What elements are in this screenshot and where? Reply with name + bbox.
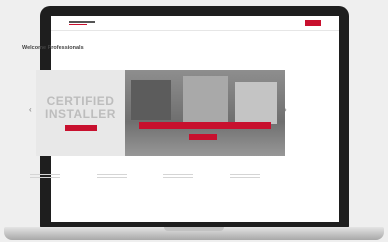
photo-cta-button[interactable]: [189, 134, 217, 140]
feature-text-line: [96, 174, 127, 175]
slide-heading: CERTIFIED: [46, 94, 115, 108]
brand-logo[interactable]: [69, 21, 99, 25]
photo-region: [131, 80, 171, 120]
page-title: Welcome Professionals: [22, 45, 84, 51]
photo-region: [235, 82, 277, 124]
header-cta-button[interactable]: [305, 20, 321, 26]
feature-text-line: [163, 174, 194, 175]
feature-item[interactable]: [155, 172, 201, 178]
feature-text-line: [229, 177, 260, 178]
installer-photo: [125, 70, 285, 156]
carousel-next-icon[interactable]: ›: [284, 106, 287, 114]
feature-text-line: [30, 174, 60, 175]
laptop-notch: [164, 227, 224, 231]
carousel-prev-icon[interactable]: ‹: [29, 106, 32, 114]
feature-text-line: [96, 177, 127, 178]
certified-installer-panel[interactable]: CERTIFIED INSTALLER: [36, 70, 125, 156]
feature-text-line: [30, 177, 60, 178]
feature-item[interactable]: [222, 172, 268, 178]
photo-banner: [139, 122, 271, 129]
feature-text-line: [229, 174, 260, 175]
slide-badge[interactable]: [64, 125, 97, 131]
site-header: [51, 16, 339, 31]
photo-region: [183, 76, 228, 126]
header-utilities: [299, 20, 321, 26]
slide-heading: INSTALLER: [45, 107, 116, 121]
feature-item[interactable]: [89, 172, 135, 178]
logo-accent: [69, 24, 87, 25]
feature-item[interactable]: [22, 172, 68, 178]
logo-mark: [69, 21, 95, 23]
feature-row: [22, 172, 268, 178]
hero-carousel: CERTIFIED INSTALLER: [36, 70, 285, 156]
feature-text-line: [163, 177, 194, 178]
